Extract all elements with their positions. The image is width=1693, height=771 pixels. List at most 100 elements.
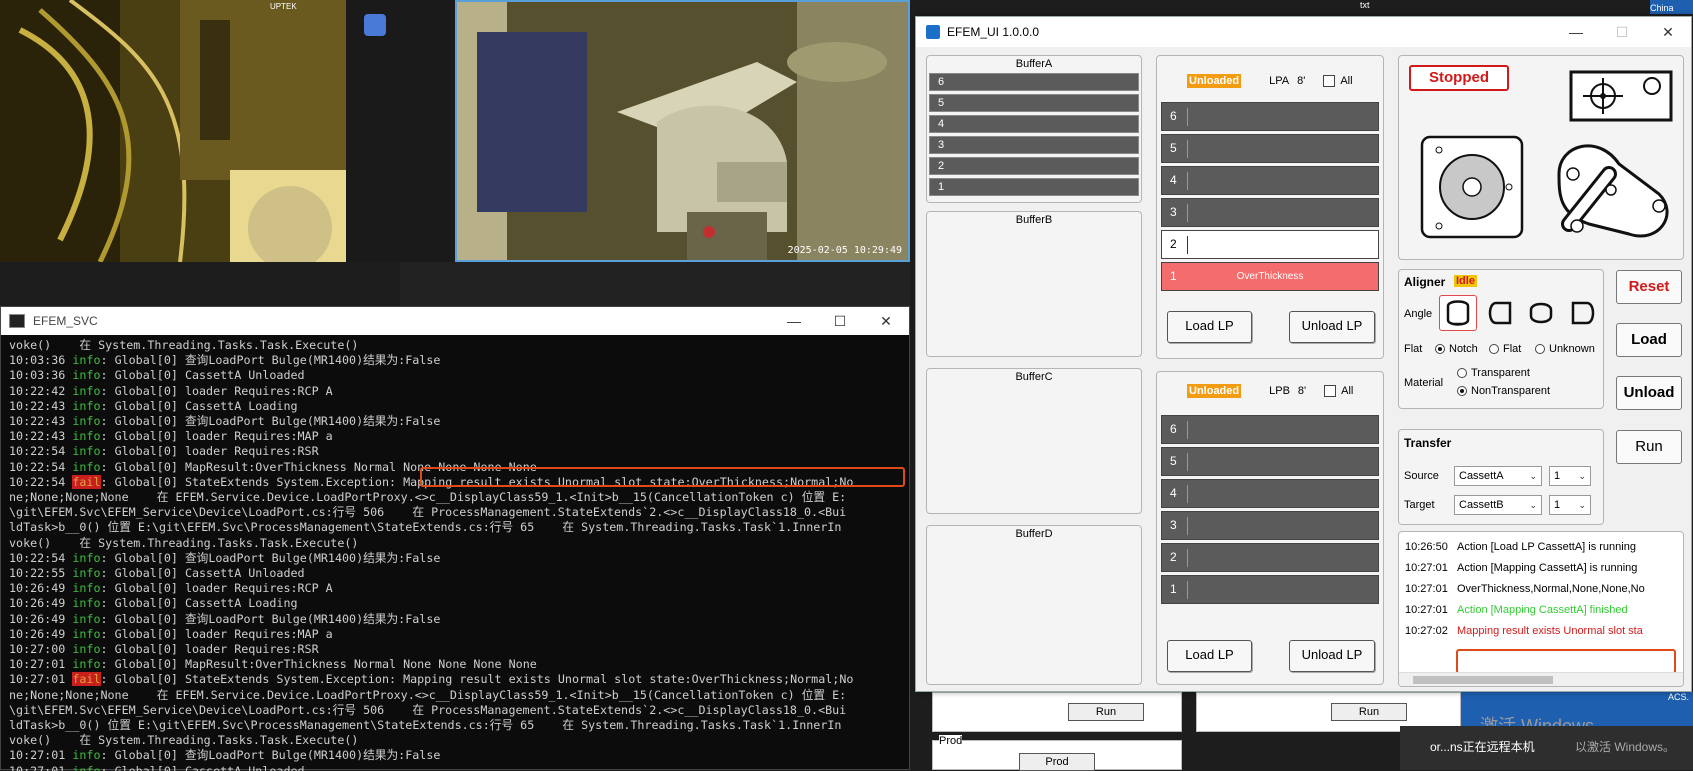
lpb-slot[interactable]: 6 xyxy=(1161,415,1379,444)
lpa-status-badge: Unloaded xyxy=(1187,74,1242,88)
console-level: info xyxy=(72,444,101,459)
console-line: 10:26:49 info: Global[0] loader Requires… xyxy=(9,627,901,642)
radio-flat[interactable] xyxy=(1489,344,1499,355)
lpb-size: 8' xyxy=(1297,385,1307,397)
lpb-slot[interactable]: 5 xyxy=(1161,447,1379,476)
chat-icon[interactable] xyxy=(364,14,386,36)
run-button[interactable]: Run xyxy=(1616,430,1682,464)
log-entry: 10:27:01 OverThickness,Normal,None,None,N… xyxy=(1399,578,1683,599)
maximize-button[interactable]: ☐ xyxy=(817,313,863,330)
bg-run-button-2[interactable]: Run xyxy=(1331,703,1407,721)
source-slot-value: 1 xyxy=(1554,470,1561,482)
source-select[interactable]: CassettA ⌄ xyxy=(1454,466,1542,486)
material-nontransparent-label: NonTransparent xyxy=(1471,385,1551,397)
load-button[interactable]: Load xyxy=(1616,323,1682,357)
console-window[interactable]: EFEM_SVC — ☐ ✕ voke() 在 System.Threading… xyxy=(0,306,910,771)
flat-option-unknown[interactable]: Unknown xyxy=(1535,343,1595,355)
log-entry: 10:27:01 Action [Mapping CassettA] is run… xyxy=(1399,557,1683,578)
robot-status-badge: Stopped xyxy=(1409,65,1509,91)
lpa-slot[interactable]: 1 OverThickness xyxy=(1161,262,1379,291)
source-slot-select[interactable]: 1 ⌄ xyxy=(1549,466,1591,486)
bg-prod-button[interactable]: Prod xyxy=(1019,753,1095,771)
console-line: 10:26:49 info: Global[0] CassettA Loadin… xyxy=(9,596,901,611)
lpb-slot[interactable]: 2 xyxy=(1161,543,1379,572)
buffer-slot[interactable]: 4 xyxy=(929,115,1139,133)
camera-timestamp: 2025-02-05 10:29:49 xyxy=(787,245,902,256)
angle-option-90[interactable] xyxy=(1484,296,1518,330)
slot-divider xyxy=(1187,549,1188,567)
efem-titlebar[interactable]: EFEM_UI 1.0.0.0 — ☐ ✕ xyxy=(916,17,1691,47)
console-timestamp: 10:27:01 xyxy=(9,657,73,672)
buffer-slot[interactable]: 5 xyxy=(929,94,1139,112)
buffer-a-group: BufferA 6 5 4 3 2 1 xyxy=(926,55,1142,203)
flat-option-notch-label: Notch xyxy=(1449,343,1478,355)
angle-option-0[interactable] xyxy=(1439,295,1477,331)
buffer-slot[interactable]: 3 xyxy=(929,136,1139,154)
lpa-slot[interactable]: 2 xyxy=(1161,230,1379,259)
scrollbar-thumb[interactable] xyxy=(1413,676,1553,684)
lpa-slot[interactable]: 5 xyxy=(1161,134,1379,163)
lpa-slot[interactable]: 3 xyxy=(1161,198,1379,227)
console-line: voke() 在 System.Threading.Tasks.Task.Exe… xyxy=(9,338,359,352)
unload-button[interactable]: Unload xyxy=(1616,376,1682,410)
lpb-group: Unloaded LPB 8' All 6 5 4 3 2 1 Load LP Unloa… xyxy=(1156,371,1384,685)
buffer-slot[interactable]: 1 xyxy=(929,178,1139,196)
target-select[interactable]: CassettB ⌄ xyxy=(1454,495,1542,515)
console-timestamp: 10:27:01 xyxy=(9,748,73,763)
close-button[interactable]: ✕ xyxy=(863,313,909,330)
console-output[interactable]: voke() 在 System.Threading.Tasks.Task.Exe… xyxy=(1,335,909,771)
buffer-slot[interactable]: 6 xyxy=(929,73,1139,91)
slot-divider xyxy=(1187,204,1188,222)
lpa-slot[interactable]: 6 xyxy=(1161,102,1379,131)
console-level: fail xyxy=(72,474,101,489)
efem-minimize-button[interactable]: — xyxy=(1553,24,1599,41)
flat-option-notch[interactable]: Notch xyxy=(1435,343,1478,355)
lpa-slot[interactable]: 4 xyxy=(1161,166,1379,195)
console-line: 10:26:49 info: Global[0] loader Requires… xyxy=(9,581,901,596)
lpb-unload-button[interactable]: Unload LP xyxy=(1289,640,1375,672)
bg-run-button-1[interactable]: Run xyxy=(1068,703,1144,721)
log-horizontal-scrollbar[interactable] xyxy=(1399,672,1683,686)
material-option-nontransparent[interactable]: NonTransparent xyxy=(1457,385,1550,397)
console-level: info xyxy=(72,596,101,611)
console-line: 10:03:36 info: Global[0] CassettA Unload… xyxy=(9,368,901,383)
lpb-slot[interactable]: 4 xyxy=(1161,479,1379,508)
minimize-button[interactable]: — xyxy=(771,313,817,330)
radio-notch[interactable] xyxy=(1435,344,1445,355)
console-line: 10:27:01 info: Global[0] 查询LoadPort Bulg… xyxy=(9,748,901,763)
radio-transparent[interactable] xyxy=(1457,368,1467,379)
angle-option-180[interactable] xyxy=(1524,296,1558,330)
buffer-d-group: BufferD xyxy=(926,525,1142,685)
efem-maximize-button[interactable]: ☐ xyxy=(1599,24,1645,41)
buffer-d-title: BufferD xyxy=(1015,528,1053,540)
lpb-load-button[interactable]: Load LP xyxy=(1167,640,1252,672)
target-slot-select[interactable]: 1 ⌄ xyxy=(1549,495,1591,515)
efem-close-button[interactable]: ✕ xyxy=(1645,24,1691,41)
lpa-slot-number: 4 xyxy=(1170,173,1177,187)
console-app-icon xyxy=(9,314,25,328)
lpb-slot[interactable]: 3 xyxy=(1161,511,1379,540)
slot-divider xyxy=(1187,172,1188,190)
log-entry: 10:27:02 Mapping result exists Unormal sl… xyxy=(1399,620,1683,641)
action-log-panel[interactable]: 10:26:50 Action [Load LP CassettA] is run… xyxy=(1398,531,1684,687)
bg-prod-label: Prod xyxy=(939,735,963,747)
console-titlebar[interactable]: EFEM_SVC — ☐ ✕ xyxy=(1,307,909,335)
lpb-slot[interactable]: 1 xyxy=(1161,575,1379,604)
reset-button[interactable]: Reset xyxy=(1616,270,1682,304)
radio-unknown[interactable] xyxy=(1535,344,1545,355)
efem-window[interactable]: EFEM_UI 1.0.0.0 — ☐ ✕ BufferA 6 5 4 3 2 1 Buf… xyxy=(915,16,1692,692)
lpa-all-checkbox[interactable] xyxy=(1323,75,1336,87)
notification-toast[interactable]: or...ns正在远程本机 以激活 Windows。 xyxy=(1400,726,1693,770)
console-message: : Global[0] loader Requires:RCP A xyxy=(100,383,333,398)
angle-option-270[interactable] xyxy=(1565,296,1599,330)
console-message: : Global[0] CassettA Unloaded xyxy=(100,566,305,581)
slot-divider xyxy=(1187,453,1188,471)
material-option-transparent[interactable]: Transparent xyxy=(1457,367,1530,379)
radio-nontransparent[interactable] xyxy=(1457,386,1467,397)
lpa-load-button[interactable]: Load LP xyxy=(1167,311,1252,343)
buffer-slot[interactable]: 2 xyxy=(929,157,1139,175)
wafer-notch-left-icon xyxy=(1488,301,1512,325)
lpb-all-checkbox[interactable] xyxy=(1324,385,1337,397)
lpa-unload-button[interactable]: Unload LP xyxy=(1289,311,1375,343)
flat-option-flat[interactable]: Flat xyxy=(1489,343,1521,355)
